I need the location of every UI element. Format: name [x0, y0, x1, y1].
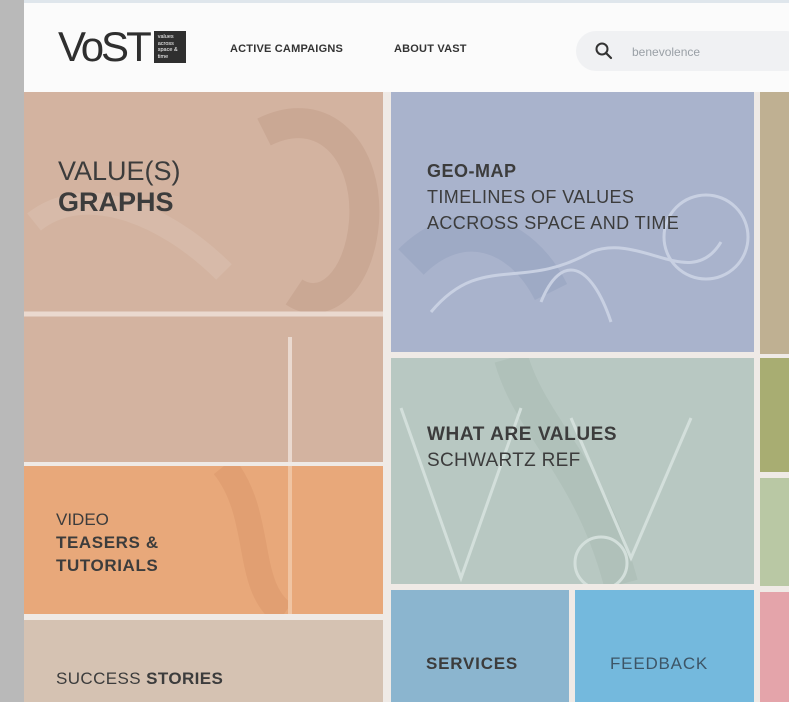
feedback-label: FEEDBACK — [610, 654, 709, 673]
graphs-light: VALUE(S) — [58, 156, 181, 186]
graphs-title: VALUE(S) GRAPHS — [58, 156, 181, 218]
tile-success-stories[interactable]: SUCCESS STORIES — [24, 620, 383, 702]
tile-feedback[interactable]: FEEDBACK — [575, 590, 754, 702]
tile-right-edge-2[interactable] — [760, 358, 789, 472]
search-box[interactable] — [576, 31, 789, 71]
tile-value-graphs[interactable]: VALUE(S) GRAPHS — [24, 92, 383, 462]
what-light: SCHWARTZ REF — [427, 450, 581, 471]
what-title: WHAT ARE VALUES SCHWARTZ REF — [427, 422, 617, 474]
nav-about-vast[interactable]: ABOUT VAST — [394, 43, 467, 55]
what-bold: WHAT ARE VALUES — [427, 424, 618, 445]
search-icon[interactable] — [594, 41, 614, 61]
tile-right-edge-4[interactable] — [760, 592, 789, 702]
geo-light: TIMELINES OF VALUES ACCROSS SPACE AND TI… — [427, 187, 680, 233]
tile-what-are-values[interactable]: WHAT ARE VALUES SCHWARTZ REF — [391, 358, 754, 584]
tile-video[interactable]: VIDEO TEASERS & TUTORIALS — [24, 466, 383, 614]
logo[interactable]: VoST values across space & time — [58, 24, 186, 70]
logo-tagline: values across space & time — [153, 31, 186, 63]
geo-title: GEO-MAP TIMELINES OF VALUES ACCROSS SPAC… — [427, 158, 697, 236]
geo-bold: GEO-MAP — [427, 161, 517, 181]
tile-services[interactable]: SERVICES — [391, 590, 569, 702]
logo-mark: VoST — [58, 23, 152, 70]
left-margin — [0, 0, 24, 702]
tile-right-edge-1[interactable] — [760, 92, 789, 354]
success-light: SUCCESS — [56, 669, 141, 688]
header: VoST values across space & time ACTIVE C… — [24, 0, 789, 92]
services-label: SERVICES — [426, 654, 519, 673]
success-bold: STORIES — [146, 669, 224, 688]
video-bold: TEASERS & TUTORIALS — [56, 533, 159, 575]
tile-right-edge-3[interactable] — [760, 478, 789, 586]
nav-active-campaigns[interactable]: ACTIVE CAMPAIGNS — [230, 43, 343, 55]
page: VoST values across space & time ACTIVE C… — [24, 0, 789, 702]
search-input[interactable] — [630, 42, 784, 62]
success-title: SUCCESS STORIES — [56, 669, 223, 689]
video-title: VIDEO TEASERS & TUTORIALS — [56, 508, 256, 577]
graphs-texture — [24, 108, 383, 462]
tile-geo-map[interactable]: GEO-MAP TIMELINES OF VALUES ACCROSS SPAC… — [391, 92, 754, 352]
video-light: VIDEO — [56, 510, 109, 529]
graphs-bold: GRAPHS — [58, 187, 174, 217]
